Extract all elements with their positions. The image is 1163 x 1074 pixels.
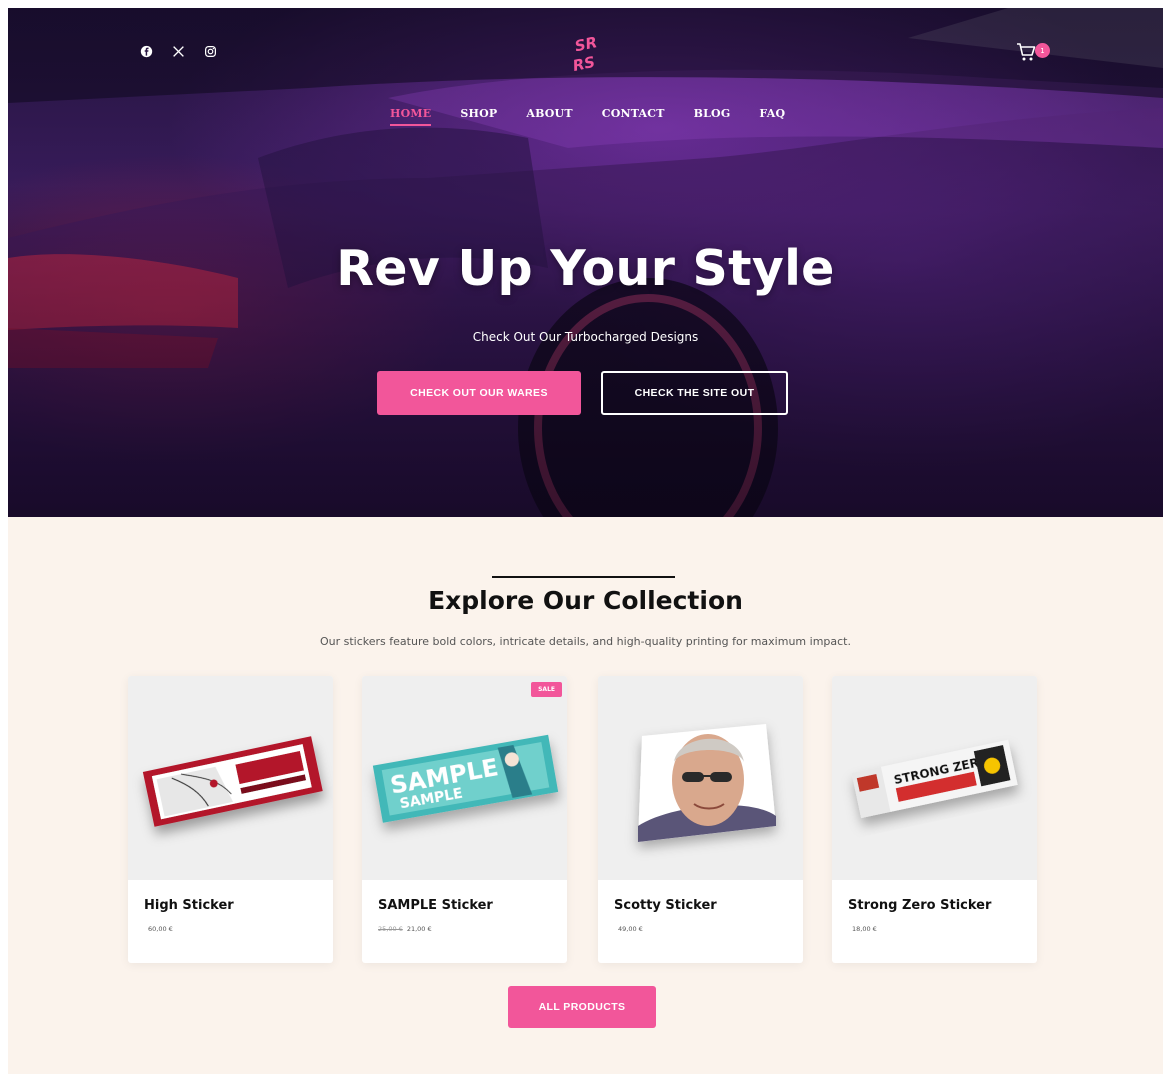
nav-contact[interactable]: CONTACT [602, 107, 665, 126]
cart-button[interactable]: 1 [1016, 42, 1056, 64]
hero-section: SR RS 1 HOME SHOP ABOUT CONTACT BLOG FAQ… [8, 8, 1163, 517]
x-twitter-icon[interactable] [170, 43, 186, 59]
product-price: 49,00 € [614, 925, 643, 933]
product-image[interactable] [598, 676, 803, 880]
social-links [138, 43, 218, 59]
product-image[interactable]: STRONG ZERO [832, 676, 1037, 880]
all-products-button[interactable]: ALL PRODUCTS [508, 986, 656, 1028]
main-nav: HOME SHOP ABOUT CONTACT BLOG FAQ [390, 107, 785, 126]
product-card[interactable]: High Sticker 60,00 € [128, 676, 333, 963]
site-logo[interactable]: SR RS [568, 30, 608, 75]
svg-text:RS: RS [571, 53, 597, 74]
product-card[interactable]: STRONG ZERO Strong Zero Sticker 18,00 € [832, 676, 1037, 963]
product-price: 25,00 €21,00 € [378, 925, 432, 933]
section-divider [492, 576, 675, 578]
section-title: Explore Our Collection [428, 586, 743, 615]
nav-shop[interactable]: SHOP [460, 107, 497, 126]
check-out-wares-button[interactable]: CHECK OUT OUR WARES [377, 371, 581, 415]
product-name[interactable]: Scotty Sticker [614, 898, 717, 913]
product-image[interactable]: SAMPLE SAMPLE SALE [362, 676, 567, 880]
hero-subtitle: Check Out Our Turbocharged Designs [472, 330, 699, 344]
product-image[interactable] [128, 676, 333, 880]
product-name[interactable]: SAMPLE Sticker [378, 898, 493, 913]
product-current-price: 60,00 € [148, 925, 173, 933]
product-current-price: 49,00 € [618, 925, 643, 933]
nav-faq[interactable]: FAQ [759, 107, 785, 126]
product-name[interactable]: High Sticker [144, 898, 234, 913]
product-current-price: 18,00 € [852, 925, 877, 933]
product-card[interactable]: SAMPLE SAMPLE SALE SAMPLE Sticker 25,00 … [362, 676, 567, 963]
hero-title: Rev Up Your Style [336, 240, 835, 297]
instagram-icon[interactable] [202, 43, 218, 59]
nav-about[interactable]: ABOUT [526, 107, 572, 126]
product-price: 18,00 € [848, 925, 877, 933]
product-name[interactable]: Strong Zero Sticker [848, 898, 991, 913]
facebook-icon[interactable] [138, 43, 154, 59]
check-site-out-button[interactable]: CHECK THE SITE OUT [601, 371, 788, 415]
product-current-price: 21,00 € [406, 925, 432, 933]
product-price: 60,00 € [144, 925, 173, 933]
page: SR RS 1 HOME SHOP ABOUT CONTACT BLOG FAQ… [8, 8, 1163, 1074]
section-description: Our stickers feature bold colors, intric… [319, 635, 851, 648]
svg-text:SR: SR [573, 33, 599, 55]
product-old-price: 25,00 € [378, 925, 403, 933]
product-card[interactable]: Scotty Sticker 49,00 € [598, 676, 803, 963]
nav-blog[interactable]: BLOG [694, 107, 731, 126]
nav-home[interactable]: HOME [390, 107, 432, 126]
sale-badge: SALE [531, 682, 562, 697]
cart-count-badge: 1 [1035, 43, 1050, 58]
